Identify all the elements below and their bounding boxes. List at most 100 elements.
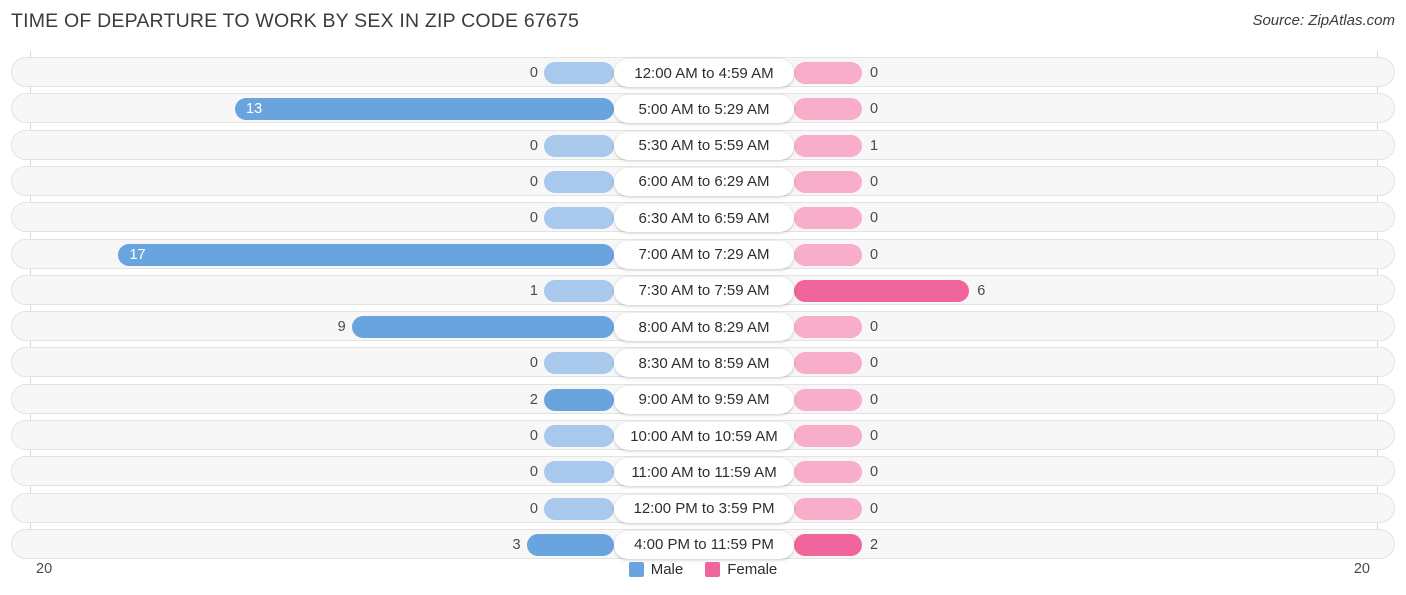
bar-female[interactable] [794,461,862,484]
chart-row[interactable]: 3 2 4:00 PM to 11:59 PM [11,528,1395,559]
legend-item[interactable]: Female [705,561,777,578]
chart-row[interactable]: 0 0 6:30 AM to 6:59 AM [11,202,1395,233]
category-label: 4:00 PM to 11:59 PM [634,536,774,554]
chart-row-inner: 0 1 5:30 AM to 5:59 AM [12,131,1396,161]
chart-row[interactable]: 17 0 7:00 AM to 7:29 AM [11,238,1396,270]
bar-female[interactable] [794,279,970,302]
bar-female[interactable] [794,425,862,447]
chart-row-inner: 0 0 12:00 PM to 3:59 PM [12,494,1396,524]
bar-male[interactable] [544,134,614,157]
category-label: 6:00 AM to 6:29 AM [638,173,770,191]
chart-header: TIME OF DEPARTURE TO WORK BY SEX IN ZIP … [0,0,1406,46]
bar-male[interactable] [235,98,614,121]
bar-value-female: 0 [870,65,879,81]
bar-value-male: 0 [529,210,538,227]
bar-value-female: 0 [870,391,879,408]
legend-item[interactable]: Male [628,561,684,578]
category-pill[interactable]: 7:30 AM to 7:59 AM [614,276,794,305]
bar-female[interactable] [794,316,862,339]
bar-male[interactable] [544,279,614,302]
chart-row[interactable]: 0 0 6:00 AM to 6:29 AM [11,165,1395,196]
bar-male[interactable] [544,388,614,411]
bar-value-female: 0 [870,173,879,190]
category-pill[interactable]: 6:00 AM to 6:29 AM [614,167,794,196]
chart-row[interactable]: 0 0 10:00 AM to 10:59 AM [11,420,1395,450]
chart-row[interactable]: 9 0 8:00 AM to 8:29 AM [11,311,1396,342]
bar-value-male: 0 [529,464,538,481]
bar-female[interactable] [794,533,862,556]
chart-row[interactable]: 0 0 11:00 AM to 11:59 AM [11,456,1396,487]
bar-value-male: 0 [529,65,538,81]
chart-row[interactable]: 0 1 5:30 AM to 5:59 AM [11,129,1396,161]
chart-row[interactable]: 0 0 8:30 AM to 8:59 AM [11,347,1396,378]
legend-swatch-icon [628,562,644,577]
bar-female[interactable] [794,352,862,375]
bar-male[interactable] [544,461,614,484]
category-pill[interactable]: 5:00 AM to 5:29 AM [614,95,794,124]
category-pill[interactable]: 4:00 PM to 11:59 PM [614,530,794,559]
bar-value-male: 0 [529,500,538,517]
category-pill[interactable]: 6:30 AM to 6:59 AM [614,204,794,233]
bar-value-female: 2 [870,536,879,553]
category-pill[interactable]: 10:00 AM to 10:59 AM [614,422,794,450]
bar-value-female: 0 [870,428,879,444]
bar-male[interactable] [544,352,614,375]
category-pill[interactable]: 9:00 AM to 9:59 AM [614,385,794,414]
bar-value-female: 0 [870,464,879,481]
chart-row-inner: 0 0 8:30 AM to 8:59 AM [12,348,1396,378]
category-pill[interactable]: 8:30 AM to 8:59 AM [614,349,794,378]
bar-female[interactable] [794,170,862,193]
bar-male[interactable] [544,62,614,84]
legend-label: Female [727,561,778,578]
bar-female[interactable] [794,243,862,266]
chart-plot-area: 0 0 12:00 AM to 4:59 AM 13 0 5:00 AM to 5:29 … [0,51,1406,559]
chart-row[interactable]: 13 0 5:00 AM to 5:29 AM [11,93,1396,124]
category-label: 5:30 AM to 5:59 AM [638,137,770,155]
chart-row-inner: 9 0 8:00 AM to 8:29 AM [12,312,1396,342]
bar-male[interactable] [118,243,614,266]
category-label: 8:30 AM to 8:59 AM [638,354,770,372]
category-pill[interactable]: 8:00 AM to 8:29 AM [614,313,794,342]
source-attribution: Source: ZipAtlas.com [1252,12,1395,29]
category-pill[interactable]: 7:00 AM to 7:29 AM [614,240,794,269]
category-pill[interactable]: 5:30 AM to 5:59 AM [614,131,794,160]
bar-male[interactable] [544,207,614,230]
bar-value-female: 1 [870,137,879,154]
legend-label: Male [650,561,684,578]
chart-row[interactable]: 0 0 12:00 AM to 4:59 AM [11,57,1395,87]
bar-female[interactable] [794,134,862,157]
bar-female[interactable] [794,388,862,411]
category-pill[interactable]: 11:00 AM to 11:59 AM [614,458,794,487]
bar-value-male: 13 [246,101,263,118]
chart-row[interactable]: 1 6 7:30 AM to 7:59 AM [11,274,1395,305]
bar-value-female: 0 [870,355,879,372]
chart-row-inner: 17 0 7:00 AM to 7:29 AM [12,240,1396,270]
category-pill[interactable]: 12:00 PM to 3:59 PM [614,494,794,523]
bar-female[interactable] [794,62,862,84]
bar-value-male: 0 [529,137,538,154]
category-label: 7:00 AM to 7:29 AM [638,246,770,263]
bar-male[interactable] [544,497,614,520]
category-label: 9:00 AM to 9:59 AM [638,391,770,409]
bar-male[interactable] [544,425,614,447]
category-pill[interactable]: 12:00 AM to 4:59 AM [614,59,794,87]
bar-female[interactable] [794,98,862,121]
bar-female[interactable] [794,497,862,520]
category-label: 7:30 AM to 7:59 AM [638,282,770,300]
bar-value-male: 9 [337,319,346,336]
chart-row-inner: 13 0 5:00 AM to 5:29 AM [12,94,1396,124]
bar-male[interactable] [526,533,614,556]
bar-male[interactable] [544,170,614,193]
bar-value-female: 0 [870,500,879,517]
bar-value-male: 0 [529,173,538,190]
chart-row-inner: 0 0 11:00 AM to 11:59 AM [12,457,1396,487]
bar-value-male: 17 [129,246,146,263]
bar-value-male: 0 [529,355,538,372]
bar-female[interactable] [794,207,862,230]
category-label: 8:00 AM to 8:29 AM [638,318,770,336]
bar-male[interactable] [351,316,614,339]
chart-row[interactable]: 2 0 9:00 AM to 9:59 AM [11,383,1395,414]
bar-value-male: 3 [512,536,521,553]
page-title: TIME OF DEPARTURE TO WORK BY SEX IN ZIP … [11,10,580,32]
chart-row[interactable]: 0 0 12:00 PM to 3:59 PM [11,492,1396,524]
